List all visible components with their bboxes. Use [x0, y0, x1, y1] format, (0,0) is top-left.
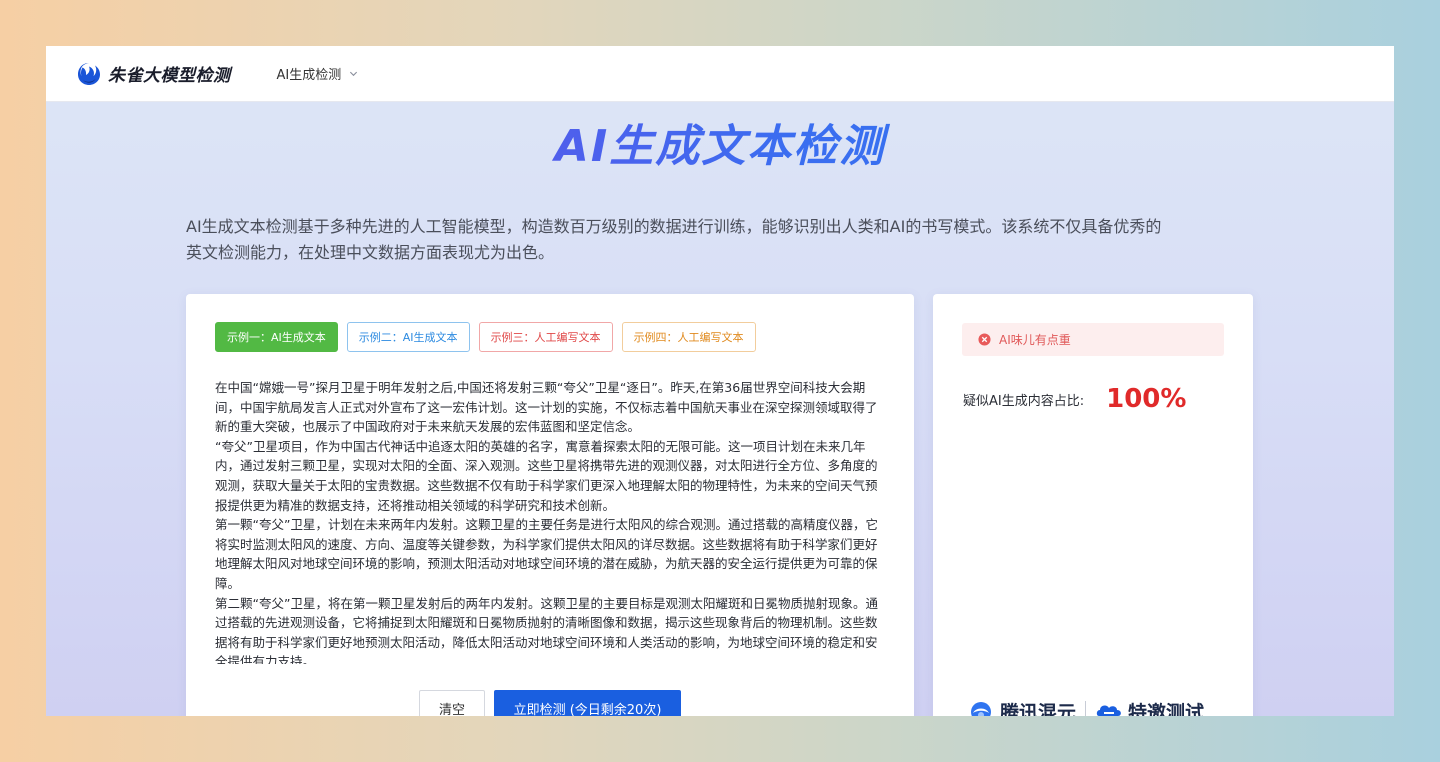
- intro-description: AI生成文本检测基于多种先进的人工智能模型，构造数百万级别的数据进行训练，能够识…: [186, 214, 1266, 266]
- example-3-button[interactable]: 示例三：人工编写文本: [478, 322, 613, 352]
- logo[interactable]: 朱雀大模型检测: [76, 61, 231, 87]
- text-paragraph: 在中国“嫦娥一号”探月卫星于明年发射之后,中国还将发射三颗“夸父”卫星“逐日”。…: [215, 380, 878, 435]
- detect-now-button[interactable]: 立即检测 (今日剩余20次): [494, 690, 681, 716]
- example-2-button[interactable]: 示例二：AI生成文本: [346, 322, 470, 352]
- result-alert: AI味儿有点重: [962, 323, 1224, 356]
- chevron-down-icon: [350, 71, 358, 77]
- logo-text: 朱雀大模型检测: [108, 66, 231, 86]
- example-tabs: 示例一：AI生成文本 示例二：AI生成文本 示例三：人工编写文本 示例四：人工编…: [215, 322, 756, 352]
- ratio-label: 疑似AI生成内容占比:: [963, 393, 1085, 409]
- input-panel: 示例一：AI生成文本 示例二：AI生成文本 示例三：人工编写文本 示例四：人工编…: [186, 294, 914, 716]
- brand-tencent-hunyuan: 腾讯混元: [967, 698, 1076, 716]
- intro-line: AI生成文本检测基于多种先进的人工智能模型，构造数百万级别的数据进行训练，能够识…: [186, 217, 1162, 236]
- alert-text: AI味儿有点重: [999, 333, 1071, 347]
- intro-line: 英文检测能力，在处理中文数据方面表现尤为出色。: [186, 243, 555, 262]
- brand-divider: [1085, 700, 1087, 716]
- top-navbar: 朱雀大模型检测 AI生成检测: [46, 46, 1394, 102]
- partner-brands: 腾讯混元 特邀测试: [967, 698, 1204, 716]
- text-paragraph: “夸父”卫星项目，作为中国古代神话中追逐太阳的英雄的名字，寓意着探索太阳的无限可…: [215, 438, 878, 513]
- error-circle-icon: [978, 333, 991, 346]
- ai-ratio: 疑似AI生成内容占比: 100%: [963, 384, 1186, 414]
- brand-special-test: 特邀测试: [1095, 698, 1204, 716]
- cloud-logo-icon: [1096, 705, 1121, 716]
- brand1-text: 腾讯混元: [1000, 702, 1077, 716]
- page-title: AI生成文本检测: [46, 110, 1394, 174]
- ratio-value: 100%: [1106, 384, 1187, 414]
- brand2-text: 特邀测试: [1128, 702, 1205, 716]
- clear-button[interactable]: 清空: [419, 690, 485, 716]
- text-paragraph: 第二颗“夸父”卫星，将在第一颗卫星发射后的两年内发射。这颗卫星的主要目标是观测太…: [215, 595, 878, 664]
- nav-label: AI生成检测: [276, 68, 342, 83]
- example-4-button[interactable]: 示例四：人工编写文本: [621, 322, 756, 352]
- zhuque-logo-icon: [78, 62, 100, 85]
- app-frame: 朱雀大模型检测 AI生成检测 AI生成文本检测 AI生成文本检测基于多种先进的人…: [46, 46, 1394, 716]
- result-panel: AI味儿有点重 疑似AI生成内容占比: 100% 腾讯混元 特邀测试: [933, 294, 1253, 716]
- hunyuan-logo-icon: [971, 701, 991, 716]
- example-1-button[interactable]: 示例一：AI生成文本: [215, 322, 338, 352]
- text-paragraph: 第一颗“夸父”卫星，计划在未来两年内发射。这颗卫星的主要任务是进行太阳风的综合观…: [215, 517, 878, 591]
- nav-ai-detection-dropdown[interactable]: AI生成检测: [277, 64, 359, 83]
- text-input-area[interactable]: 在中国“嫦娥一号”探月卫星于明年发射之后,中国还将发射三颗“夸父”卫星“逐日”。…: [215, 378, 887, 664]
